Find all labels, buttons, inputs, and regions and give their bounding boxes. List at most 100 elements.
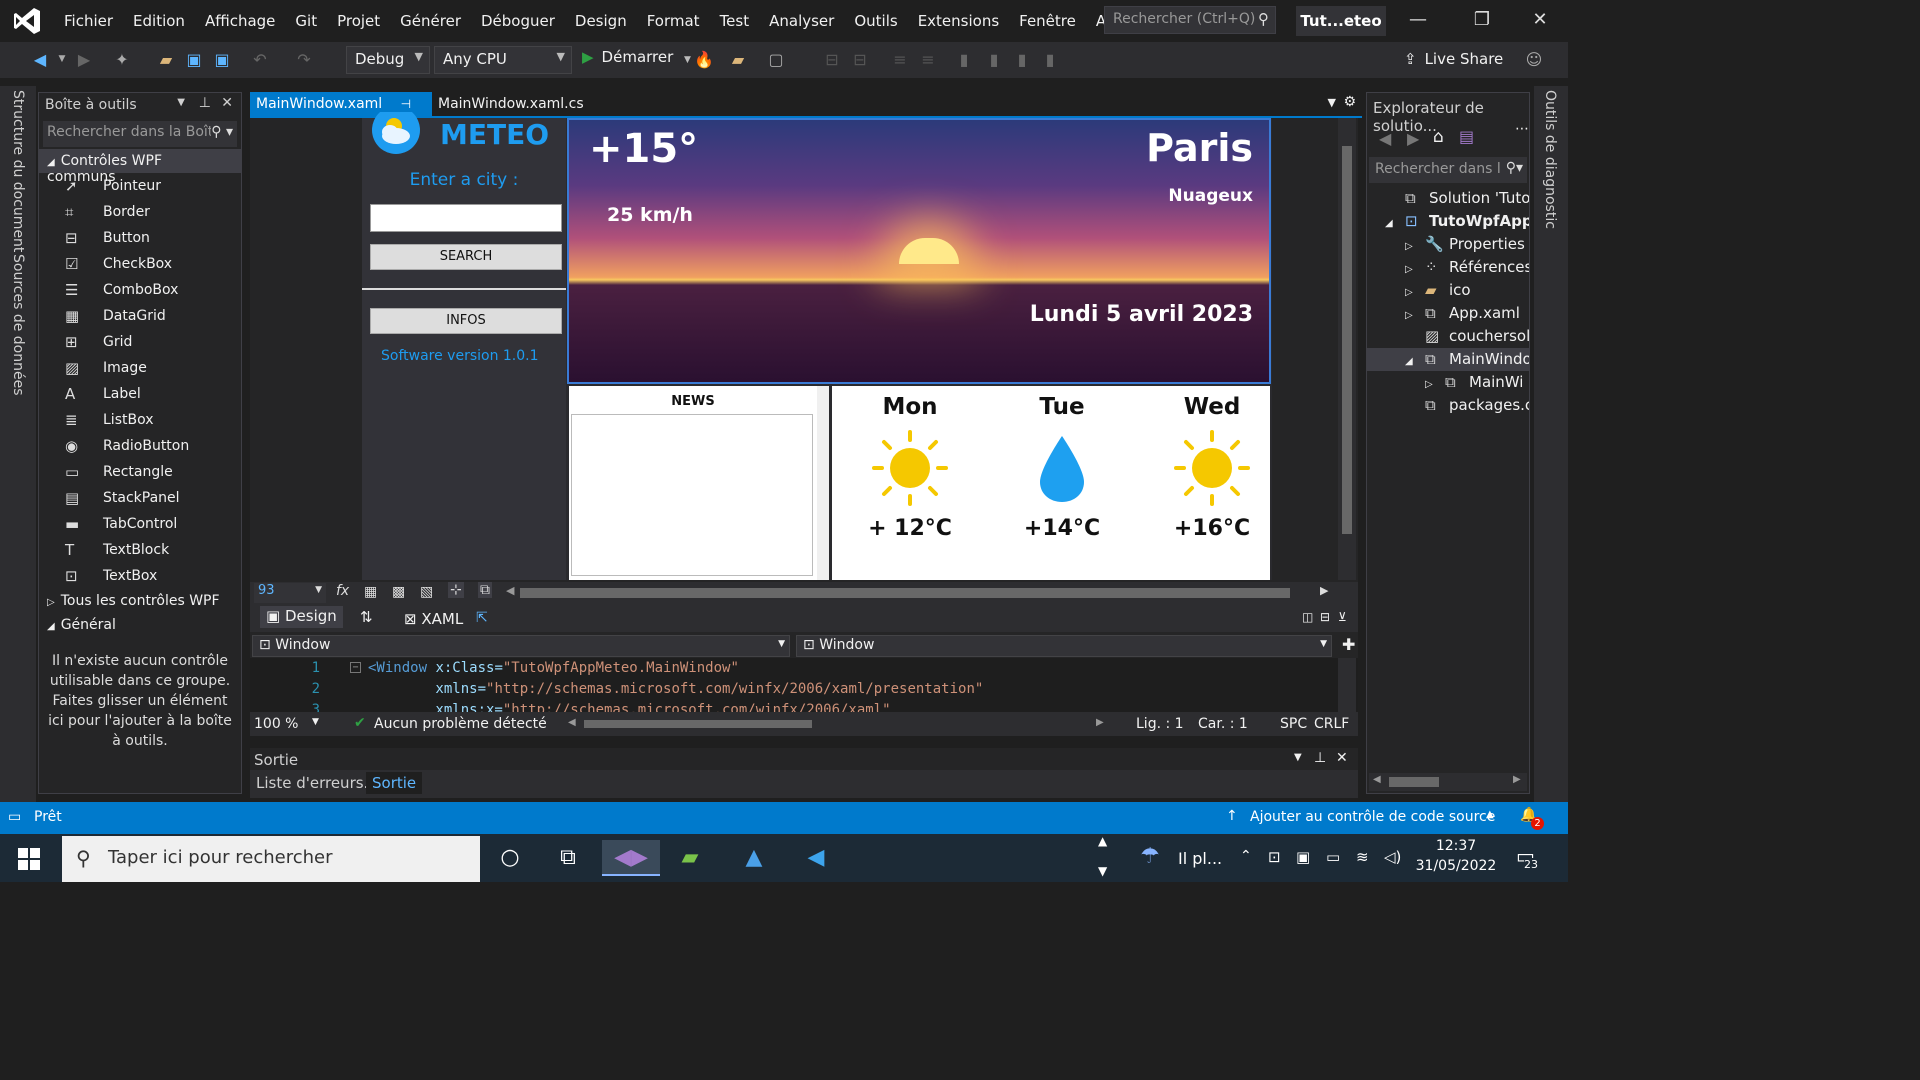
expanded-triangle-icon[interactable]: ◢	[1385, 212, 1405, 233]
news-list[interactable]	[571, 414, 813, 576]
toolbox-item-button[interactable]: ⊟ Button	[39, 225, 241, 251]
snapline-icon[interactable]: ⊹	[448, 582, 464, 598]
battery-icon[interactable]: ▭	[1326, 848, 1340, 866]
split-add-icon[interactable]: ✚	[1342, 635, 1355, 654]
toolbox-item-radiobutton[interactable]: ◉ RadioButton	[39, 433, 241, 459]
hot-reload-icon[interactable]: 🔥	[694, 50, 714, 69]
line-ending-indicator[interactable]: CRLF	[1314, 716, 1349, 732]
tray-chevron-up-icon[interactable]: ⌃	[1240, 848, 1252, 864]
notepad-plus-icon[interactable]: ▰	[672, 840, 708, 876]
taskbar-scroll-up-icon[interactable]: ▲	[1098, 834, 1107, 848]
group-all-wpf-controls[interactable]: ▷ Tous les contrôles WPF	[39, 589, 241, 613]
taskbar-scroll-down-icon[interactable]: ▼	[1098, 864, 1107, 878]
windows-start-icon[interactable]	[18, 848, 40, 870]
tab-data-sources[interactable]: Sources de données	[10, 254, 26, 396]
taskbar-clock[interactable]: 12:37 31/05/2022	[1410, 836, 1502, 876]
menu-item[interactable]: Projet	[327, 0, 390, 42]
outdent-icon[interactable]: ≡	[918, 50, 938, 69]
tray-app-icon[interactable]: ⊡	[1268, 848, 1281, 866]
toolbox-item-pointeur[interactable]: ➚ Pointeur	[39, 173, 241, 199]
horizontal-split-icon[interactable]: ⊟	[1320, 610, 1330, 624]
swap-panes-icon[interactable]: ⇅	[360, 608, 373, 626]
chevron-up-icon[interactable]: ▲	[1486, 809, 1494, 820]
collapsed-triangle-icon[interactable]: ▷	[1405, 258, 1425, 279]
chevron-down-icon[interactable]: ▼	[177, 97, 185, 108]
solution-tree-item[interactable]: ▷ ⧉ MainWi	[1367, 371, 1529, 394]
designer-zoom-select[interactable]: 93 ▼	[254, 583, 326, 603]
menu-item[interactable]: Fichier	[54, 0, 123, 42]
artboard-icon[interactable]: ▧	[420, 584, 433, 600]
tray-snip-icon[interactable]: ▣	[1296, 848, 1310, 866]
menu-item[interactable]: Affichage	[195, 0, 285, 42]
scroll-right-icon[interactable]: ▶	[1513, 774, 1521, 785]
horizontal-scroll-thumb[interactable]	[520, 588, 1290, 598]
scroll-left-icon[interactable]: ◀	[568, 717, 576, 728]
scroll-left-icon[interactable]: ◀	[506, 584, 514, 597]
collapsed-triangle-icon[interactable]: ▷	[1405, 304, 1425, 325]
formula-icon[interactable]: fx	[336, 583, 349, 599]
column-indicator[interactable]: Car. : 1	[1198, 716, 1248, 732]
expanded-triangle-icon[interactable]: ◢	[1405, 350, 1425, 371]
settings-gear-icon[interactable]: ⚙	[1343, 94, 1356, 110]
designer-vertical-scrollbar[interactable]	[1338, 118, 1356, 580]
toolbox-item-textbox[interactable]: ⊡ TextBox	[39, 563, 241, 589]
chevron-down-icon[interactable]: ▼	[312, 717, 319, 727]
weather-text[interactable]: Il pl...	[1178, 849, 1222, 868]
new-project-icon[interactable]: ✦	[112, 50, 132, 69]
tab-diagnostic-tools[interactable]: Outils de diagnostic	[1542, 90, 1558, 229]
scroll-right-icon[interactable]: ▶	[1320, 584, 1328, 597]
switch-views-icon[interactable]: ▤	[1459, 127, 1474, 146]
home-icon[interactable]: ⌂	[1433, 127, 1444, 147]
minimize-button[interactable]: —	[1398, 6, 1438, 34]
pin-icon[interactable]: ⊥	[1314, 750, 1326, 766]
rain-weather-icon[interactable]: ☂	[1140, 844, 1160, 869]
menu-item[interactable]: Fenêtre	[1009, 0, 1086, 42]
solution-tree-item[interactable]: ▨ couchersole	[1367, 325, 1529, 348]
toolbox-item-combobox[interactable]: ☰ ComboBox	[39, 277, 241, 303]
city-input[interactable]	[370, 204, 562, 232]
open-folder-icon[interactable]: ▰	[156, 50, 176, 69]
element-selector-left[interactable]: ⊡ Window ▼	[252, 635, 790, 657]
back-icon[interactable]: ◀	[30, 50, 50, 69]
platform-select[interactable]: Any CPU ▼	[434, 46, 572, 74]
indent-icon[interactable]: ≡	[890, 50, 910, 69]
toolbox-item-textblock[interactable]: T TextBlock	[39, 537, 241, 563]
menu-item[interactable]: Test	[710, 0, 760, 42]
tab-list-dropdown-icon[interactable]: ▼	[1328, 96, 1336, 109]
tab-error-list[interactable]: Liste d'erreurs...	[256, 774, 378, 792]
code-horizontal-thumb[interactable]	[584, 720, 812, 728]
visual-studio-logo-icon[interactable]	[12, 6, 42, 36]
back-icon[interactable]: ◀	[1379, 129, 1391, 148]
menu-item[interactable]: Git	[285, 0, 327, 42]
toolbox-item-rectangle[interactable]: ▭ Rectangle	[39, 459, 241, 485]
save-all-icon[interactable]: ▣	[212, 50, 232, 69]
folder-search-icon[interactable]: ▰	[728, 50, 748, 69]
solution-tree-item[interactable]: ⧉ Solution 'TutoWpf	[1367, 187, 1529, 210]
configuration-select[interactable]: Debug ▼	[346, 46, 430, 74]
scroll-thumb[interactable]	[1389, 777, 1439, 787]
news-scrollbar[interactable]	[817, 386, 829, 580]
infos-button[interactable]: INFOS	[370, 308, 562, 334]
menu-item[interactable]: Générer	[390, 0, 471, 42]
more-icon[interactable]: ⋯	[1515, 121, 1529, 137]
layout-icon[interactable]: ⊟	[822, 50, 842, 69]
menu-item[interactable]: Outils	[844, 0, 907, 42]
device-icon[interactable]: ⧉	[478, 582, 492, 598]
chevron-down-icon[interactable]: ▼	[1294, 752, 1302, 763]
solution-tree-item[interactable]: ▷ ⁘ Références	[1367, 256, 1529, 279]
collapsed-triangle-icon[interactable]: ▷	[1405, 281, 1425, 302]
vertical-split-icon[interactable]: ◫	[1302, 610, 1313, 624]
problems-status[interactable]: Aucun problème détecté	[374, 716, 547, 732]
popout-icon[interactable]: ⇱	[476, 610, 488, 626]
toolbox-item-datagrid[interactable]: ▦ DataGrid	[39, 303, 241, 329]
solution-search-input[interactable]: Rechercher dans l ⚲▾	[1369, 157, 1527, 183]
start-debug-button[interactable]: ▶ Démarrer ▼	[582, 48, 691, 66]
toolbox-item-tabcontrol[interactable]: ▬ TabControl	[39, 511, 241, 537]
photos-icon[interactable]: ▲	[736, 840, 772, 876]
toolbox-item-border[interactable]: ⌗ Border	[39, 199, 241, 225]
preview-icon[interactable]: ▢	[766, 50, 786, 69]
forward-icon[interactable]: ▶	[1407, 129, 1419, 148]
wifi-icon[interactable]: ≋	[1356, 848, 1369, 866]
collapse-icon[interactable]: −	[350, 662, 361, 673]
search-button[interactable]: SEARCH	[370, 244, 562, 270]
